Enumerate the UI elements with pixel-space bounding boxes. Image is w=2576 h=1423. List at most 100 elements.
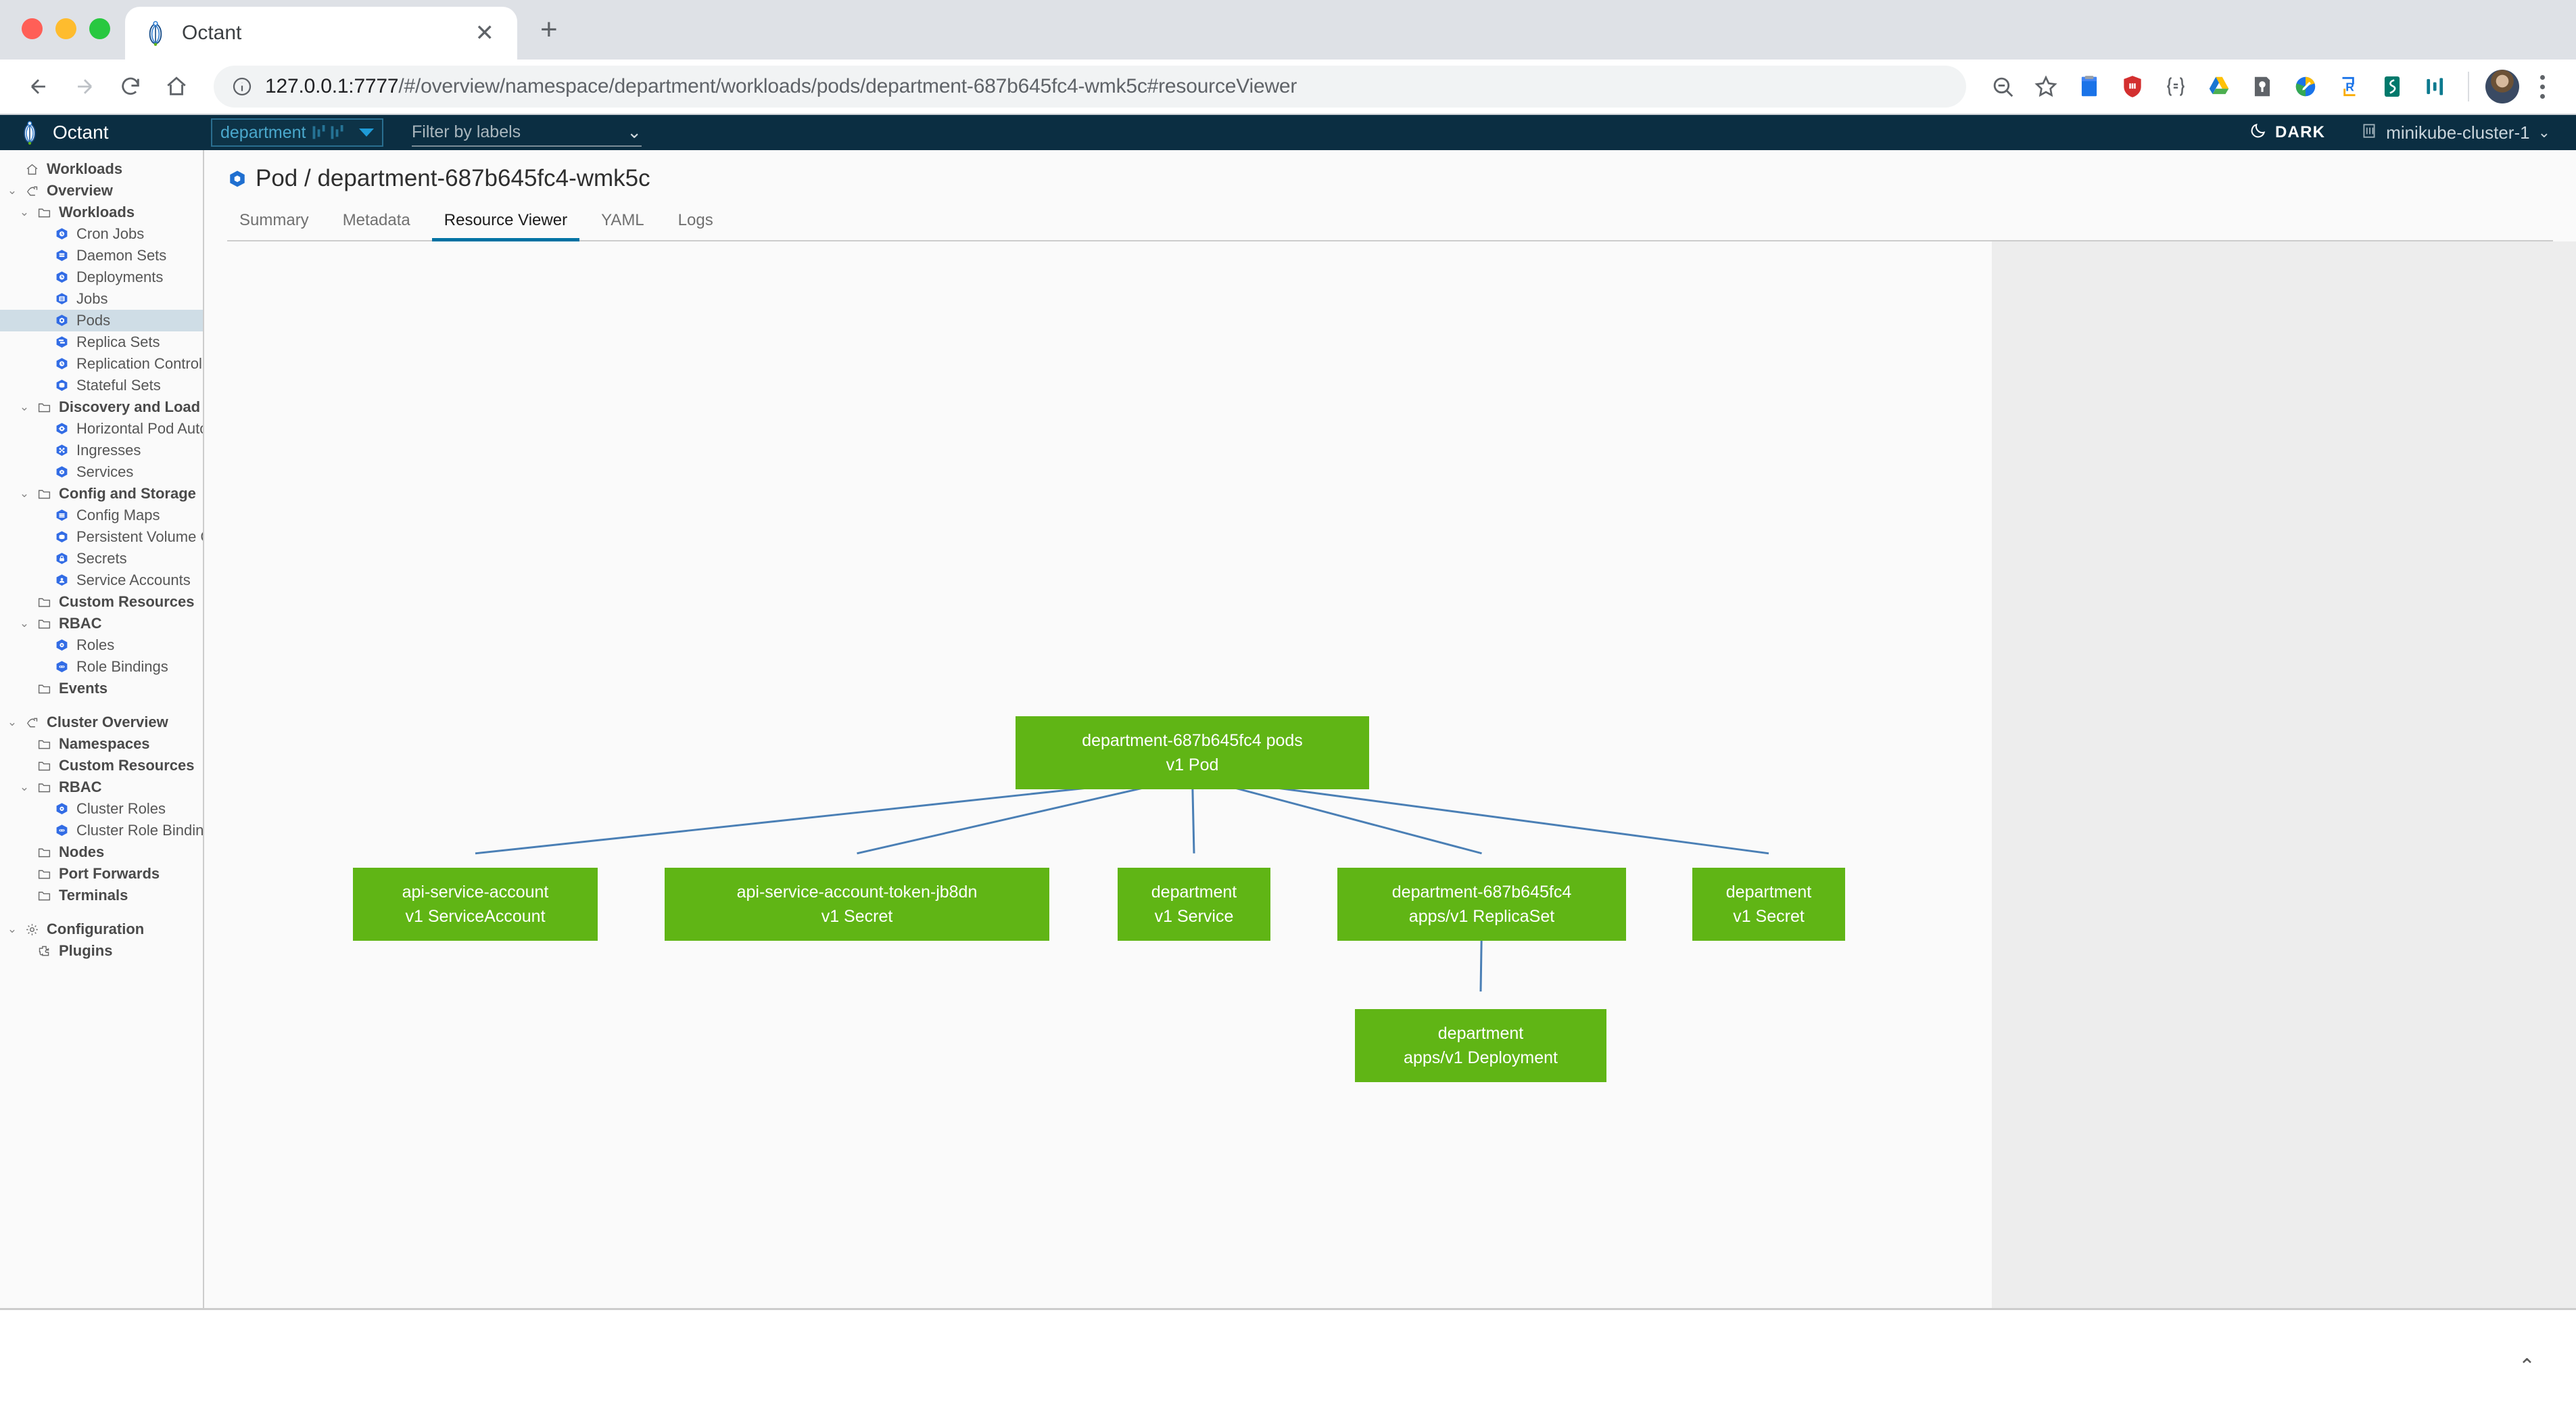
sidebar-item-discovery-and-load-balan[interactable]: ⌄Discovery and Load Balan bbox=[0, 396, 203, 418]
sidebar-item-label: Config and Storage bbox=[54, 485, 196, 503]
chevron-down-icon[interactable]: ⌄ bbox=[15, 617, 34, 630]
back-button[interactable] bbox=[18, 66, 59, 108]
sidebar-item-workloads[interactable]: ⌄Workloads bbox=[0, 202, 203, 223]
minimize-window-button[interactable] bbox=[55, 18, 76, 39]
sidebar-item-rbac[interactable]: ⌄RBAC bbox=[0, 776, 203, 798]
tab-strip: Octant ✕ + bbox=[0, 0, 2576, 60]
tab-summary[interactable]: Summary bbox=[227, 208, 321, 241]
sidebar-item-cron-jobs[interactable]: ⌄Cron Jobs bbox=[0, 223, 203, 245]
sidebar-item-persistent-volume-clai[interactable]: ⌄Persistent Volume Clai bbox=[0, 526, 203, 548]
user-avatar[interactable] bbox=[2485, 70, 2519, 103]
new-tab-button[interactable]: + bbox=[540, 15, 558, 60]
tab-resource-viewer[interactable]: Resource Viewer bbox=[432, 208, 579, 241]
app-brand[interactable]: Octant bbox=[18, 120, 211, 145]
sidebar-item-port-forwards[interactable]: ⌄Port Forwards bbox=[0, 863, 203, 885]
graph-node-pod[interactable]: department-687b645fc4 podsv1 Pod bbox=[1016, 716, 1369, 789]
sidebar-item-overview[interactable]: ⌄ Overview bbox=[0, 180, 203, 202]
reload-button[interactable] bbox=[110, 66, 151, 108]
sidebar-item-configuration[interactable]: ⌄Configuration bbox=[0, 918, 203, 940]
sidebar-item-plugins[interactable]: ⌄Plugins bbox=[0, 940, 203, 962]
sidebar-item-terminals[interactable]: ⌄Terminals bbox=[0, 885, 203, 906]
chrome-menu-icon[interactable] bbox=[2526, 75, 2558, 99]
label-filter[interactable]: Filter by labels ⌄ bbox=[412, 118, 642, 147]
sidebar-item-label: Service Accounts bbox=[72, 571, 191, 589]
sidebar-item-rbac[interactable]: ⌄RBAC bbox=[0, 613, 203, 634]
sidebar-item-nodes[interactable]: ⌄Nodes bbox=[0, 841, 203, 863]
graph-node-rs[interactable]: department-687b645fc4apps/v1 ReplicaSet bbox=[1337, 868, 1626, 941]
sidebar-item-daemon-sets[interactable]: ⌄Daemon Sets bbox=[0, 245, 203, 266]
chevron-down-icon[interactable]: ⌄ bbox=[3, 716, 22, 729]
chevron-down-icon[interactable]: ⌄ bbox=[2538, 124, 2550, 141]
ublock-origin-icon[interactable] bbox=[2112, 66, 2153, 107]
refresh-r-extension-icon[interactable]: R bbox=[2329, 66, 2369, 107]
octant-extension-icon[interactable] bbox=[2415, 66, 2456, 107]
k8s-deployment-icon bbox=[51, 271, 72, 285]
close-window-button[interactable] bbox=[22, 18, 43, 39]
s-extension-icon[interactable] bbox=[2372, 66, 2412, 107]
resource-graph-canvas[interactable]: department-687b645fc4 podsv1 Pod api-serv… bbox=[204, 241, 1992, 1308]
sidebar-item-label: Overview bbox=[42, 182, 113, 200]
sidebar-item-replica-sets[interactable]: ⌄Replica Sets bbox=[0, 331, 203, 353]
chevron-down-icon[interactable]: ⌄ bbox=[627, 122, 642, 143]
theme-toggle[interactable]: DARK bbox=[2249, 122, 2325, 144]
graph-node-sec1[interactable]: api-service-account-token-jb8dnv1 Secret bbox=[665, 868, 1049, 941]
chevron-down-icon[interactable]: ⌄ bbox=[15, 206, 34, 219]
app-header: Octant department Filter by labels ⌄ DAR… bbox=[0, 115, 2576, 150]
sidebar-item-horizontal-pod-autosca[interactable]: ⌄Horizontal Pod Autosca bbox=[0, 418, 203, 440]
sidebar-item-services[interactable]: ⌄Services bbox=[0, 461, 203, 483]
sidebar-item-secrets[interactable]: ⌄Secrets bbox=[0, 548, 203, 569]
sidebar-item-cluster-roles[interactable]: ⌄Cluster Roles bbox=[0, 798, 203, 820]
site-info-icon[interactable] bbox=[231, 76, 253, 97]
sidebar-item-replication-controllers[interactable]: ⌄Replication Controllers bbox=[0, 353, 203, 375]
tab-yaml[interactable]: YAML bbox=[589, 208, 657, 241]
tab-metadata[interactable]: Metadata bbox=[331, 208, 423, 241]
sidebar-item-cluster-overview[interactable]: ⌄Cluster Overview bbox=[0, 712, 203, 733]
graph-node-dep[interactable]: departmentapps/v1 Deployment bbox=[1355, 1009, 1606, 1082]
resource-viewer: department-687b645fc4 podsv1 Pod api-serv… bbox=[204, 241, 2576, 1308]
cluster-select[interactable]: minikube-cluster-1 ⌄ bbox=[2360, 122, 2550, 144]
sidebar-item-jobs[interactable]: ⌄Jobs bbox=[0, 288, 203, 310]
google-drive-icon[interactable] bbox=[2199, 66, 2239, 107]
editor-extension-icon[interactable] bbox=[2285, 66, 2326, 107]
sidebar-item-namespaces[interactable]: ⌄Namespaces bbox=[0, 733, 203, 755]
graph-node-sa[interactable]: api-service-accountv1 ServiceAccount bbox=[353, 868, 598, 941]
sidebar-item-role-bindings[interactable]: ⌄Role Bindings bbox=[0, 656, 203, 678]
sidebar-item-custom-resources[interactable]: ⌄Custom Resources bbox=[0, 755, 203, 776]
forward-button[interactable] bbox=[64, 66, 105, 108]
sidebar-item-roles[interactable]: ⌄Roles bbox=[0, 634, 203, 656]
chevron-down-icon[interactable] bbox=[359, 129, 374, 137]
maximize-window-button[interactable] bbox=[89, 18, 110, 39]
tab-logs[interactable]: Logs bbox=[666, 208, 725, 241]
chevron-down-icon[interactable]: ⌄ bbox=[3, 923, 22, 936]
close-tab-button[interactable]: ✕ bbox=[470, 22, 500, 45]
graph-node-sec2[interactable]: departmentv1 Secret bbox=[1692, 868, 1845, 941]
sidebar-item-workloads[interactable]: ⌄Workloads bbox=[0, 158, 203, 180]
browser-tab[interactable]: Octant ✕ bbox=[125, 7, 517, 60]
sidebar-item-events[interactable]: ⌄Events bbox=[0, 678, 203, 699]
graph-node-svc[interactable]: departmentv1 Service bbox=[1118, 868, 1270, 941]
json-formatter-icon[interactable] bbox=[2155, 66, 2196, 107]
bookmark-star-icon[interactable] bbox=[2026, 66, 2066, 107]
sidebar-item-custom-resources[interactable]: ⌄Custom Resources bbox=[0, 591, 203, 613]
note-extension-icon[interactable] bbox=[2242, 66, 2283, 107]
namespace-select[interactable]: department bbox=[211, 118, 383, 147]
home-button[interactable] bbox=[156, 66, 197, 108]
sidebar-item-config-maps[interactable]: ⌄Config Maps bbox=[0, 505, 203, 526]
sidebar-item-deployments[interactable]: ⌄Deployments bbox=[0, 266, 203, 288]
sidebar-item-service-accounts[interactable]: ⌄Service Accounts bbox=[0, 569, 203, 591]
sidebar-item-stateful-sets[interactable]: ⌄Stateful Sets bbox=[0, 375, 203, 396]
sidebar-item-ingresses[interactable]: ⌄Ingresses bbox=[0, 440, 203, 461]
chevron-up-icon[interactable]: ⌃ bbox=[2519, 1357, 2535, 1377]
sidebar-item-config-and-storage[interactable]: ⌄ Config and Storage bbox=[0, 483, 203, 505]
zoom-out-icon[interactable] bbox=[1982, 66, 2023, 107]
sidebar-item-pods[interactable]: ⌄Pods bbox=[0, 310, 203, 331]
chevron-down-icon[interactable]: ⌄ bbox=[15, 780, 34, 794]
window-controls[interactable] bbox=[16, 18, 125, 60]
clipboard-extension-icon[interactable] bbox=[2069, 66, 2109, 107]
sidebar-item-cluster-role-bindings[interactable]: ⌄Cluster Role Bindings bbox=[0, 820, 203, 841]
chevron-down-icon[interactable]: ⌄ bbox=[3, 184, 22, 197]
plugin-icon bbox=[34, 944, 54, 958]
chevron-down-icon[interactable]: ⌄ bbox=[15, 487, 34, 500]
address-bar[interactable]: 127.0.0.1:7777/#/overview/namespace/depa… bbox=[214, 66, 1966, 108]
chevron-down-icon[interactable]: ⌄ bbox=[15, 400, 34, 414]
